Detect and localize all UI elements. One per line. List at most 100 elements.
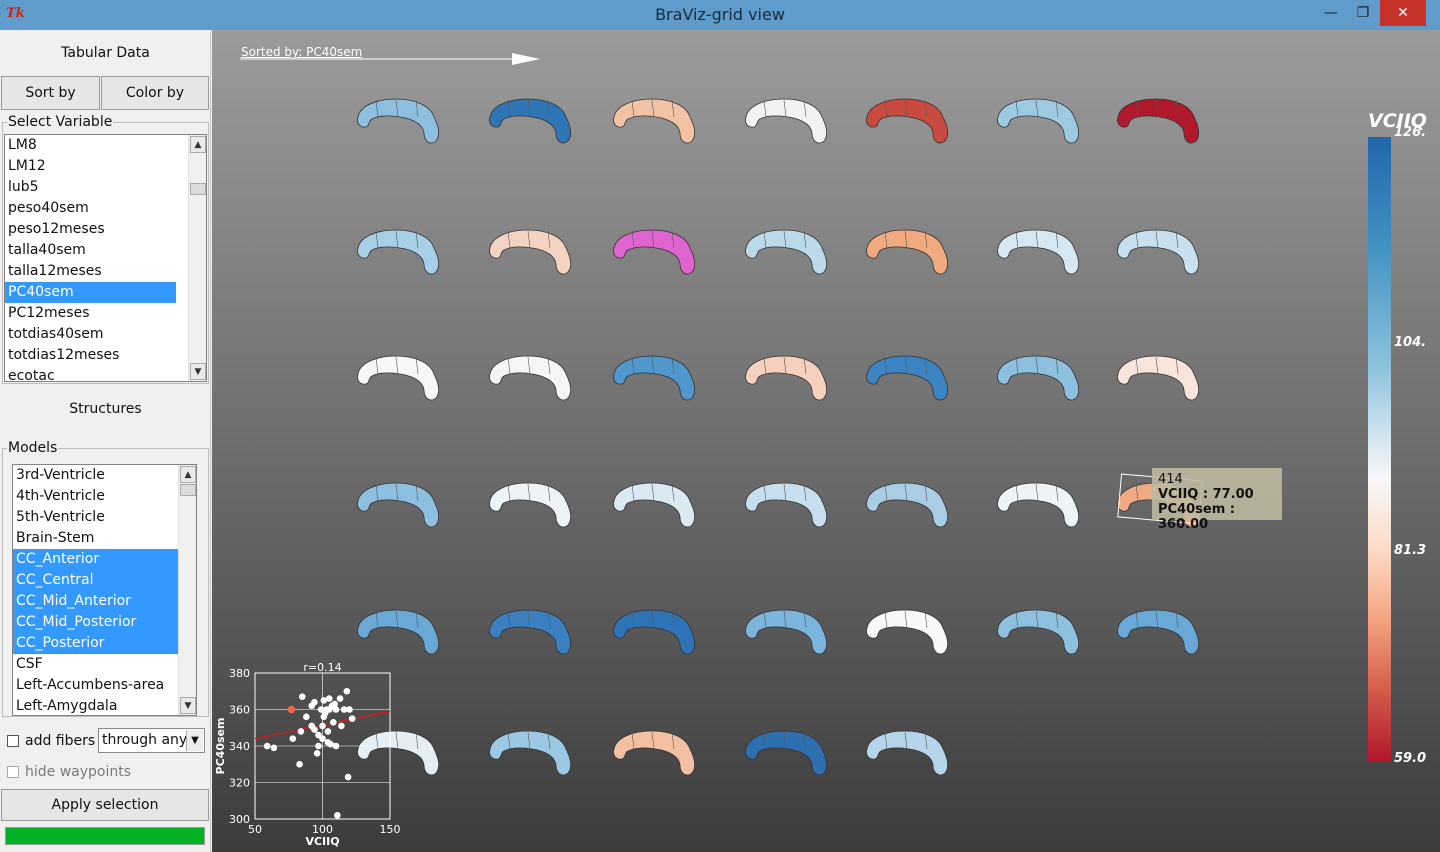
scatter-plot[interactable]: 50 100 150300320340360380 r=0.14VCIIQPC40se… bbox=[212, 658, 412, 852]
minimize-button[interactable]: — bbox=[1316, 0, 1346, 26]
scatter-point bbox=[311, 726, 318, 733]
corpus-callosum-model[interactable] bbox=[994, 228, 1084, 280]
grid-view-canvas[interactable]: Sorted by: PC40sem 414 VCIIQ : 77.00 PC4… bbox=[212, 30, 1440, 852]
variable-list-item[interactable]: peso40sem bbox=[5, 198, 176, 219]
corpus-callosum-model[interactable] bbox=[610, 481, 700, 533]
variable-list-item[interactable]: talla12meses bbox=[5, 261, 176, 282]
variable-list-item[interactable]: peso12meses bbox=[5, 219, 176, 240]
scrollbar-thumb[interactable] bbox=[180, 484, 196, 496]
close-icon: ✕ bbox=[1397, 5, 1409, 21]
scrollbar-thumb[interactable] bbox=[190, 183, 206, 195]
corpus-callosum-model[interactable] bbox=[994, 608, 1084, 660]
maximize-button[interactable]: ❐ bbox=[1348, 0, 1378, 26]
variable-list-item[interactable]: ecotac bbox=[5, 366, 176, 381]
scroll-up-icon[interactable]: ▲ bbox=[190, 136, 206, 153]
y-tick-label: 300 bbox=[229, 813, 250, 826]
models-list-scrollbar[interactable]: ▲ ▼ bbox=[178, 465, 196, 715]
corpus-callosum-model[interactable] bbox=[863, 97, 953, 149]
corpus-callosum-model[interactable] bbox=[863, 608, 953, 660]
corpus-callosum-model[interactable] bbox=[1114, 228, 1204, 280]
sort-by-button[interactable]: Sort by bbox=[1, 76, 100, 110]
corpus-callosum-model[interactable] bbox=[863, 729, 953, 781]
corpus-callosum-model[interactable] bbox=[610, 729, 700, 781]
variable-list-item[interactable]: lub5 bbox=[5, 177, 176, 198]
model-list-item[interactable]: Brain-Stem bbox=[13, 528, 184, 549]
corpus-callosum-model[interactable] bbox=[354, 481, 444, 533]
fibers-mode-select[interactable]: through any ▼ bbox=[98, 728, 205, 753]
scroll-up-icon[interactable]: ▲ bbox=[180, 466, 196, 483]
variable-list-item[interactable]: LM12 bbox=[5, 156, 176, 177]
corpus-callosum-model[interactable] bbox=[354, 608, 444, 660]
corpus-callosum-model[interactable] bbox=[994, 481, 1084, 533]
add-fibers-checkbox[interactable] bbox=[7, 735, 19, 747]
corpus-callosum-model[interactable] bbox=[1114, 354, 1204, 406]
corpus-callosum-model[interactable] bbox=[863, 354, 953, 406]
hide-waypoints-checkbox[interactable] bbox=[7, 766, 19, 778]
corpus-callosum-model[interactable] bbox=[742, 481, 832, 533]
corpus-callosum-model[interactable] bbox=[994, 97, 1084, 149]
model-list-item[interactable]: CSF bbox=[13, 654, 184, 675]
corpus-callosum-model[interactable] bbox=[610, 228, 700, 280]
corpus-callosum-model[interactable] bbox=[354, 354, 444, 406]
corpus-callosum-model[interactable] bbox=[486, 729, 576, 781]
corpus-callosum-model[interactable] bbox=[354, 228, 444, 280]
model-list-item[interactable]: CC_Mid_Anterior bbox=[13, 591, 184, 612]
model-list-item[interactable]: CC_Mid_Posterior bbox=[13, 612, 184, 633]
scatter-point bbox=[332, 706, 340, 713]
scatter-point bbox=[348, 715, 356, 722]
scroll-down-icon[interactable]: ▼ bbox=[190, 363, 206, 380]
scatter-point bbox=[289, 735, 297, 742]
corpus-callosum-model[interactable] bbox=[486, 354, 576, 406]
sort-direction-arrow-icon bbox=[240, 53, 540, 65]
corpus-callosum-model[interactable] bbox=[863, 228, 953, 280]
models-listbox[interactable]: 3rd-Ventricle 4th-Ventricle 5th-Ventricle B… bbox=[12, 464, 197, 716]
variable-list-item[interactable]: totdias12meses bbox=[5, 345, 176, 366]
model-list-item[interactable]: 4th-Ventricle bbox=[13, 486, 184, 507]
chevron-down-icon[interactable]: ▼ bbox=[186, 730, 203, 751]
corpus-callosum-model[interactable] bbox=[610, 608, 700, 660]
close-button[interactable]: ✕ bbox=[1380, 0, 1426, 26]
variable-list-item[interactable]: PC40sem bbox=[5, 282, 176, 303]
scatter-point bbox=[311, 698, 318, 706]
model-list-item[interactable]: CC_Anterior bbox=[13, 549, 184, 570]
corpus-callosum-model[interactable] bbox=[354, 97, 444, 149]
model-list-item[interactable]: CC_Central bbox=[13, 570, 184, 591]
scatter-point bbox=[344, 773, 352, 781]
corpus-callosum-model[interactable] bbox=[486, 608, 576, 660]
variable-list-item[interactable]: PC12meses bbox=[5, 303, 176, 324]
corpus-callosum-model[interactable] bbox=[863, 481, 953, 533]
model-list-item[interactable]: CC_Posterior bbox=[13, 633, 184, 654]
scatter-point bbox=[346, 706, 353, 713]
progress-bar bbox=[5, 827, 205, 845]
variable-list-item[interactable]: LM8 bbox=[5, 135, 176, 156]
corpus-callosum-model[interactable] bbox=[742, 354, 832, 406]
corpus-callosum-model[interactable] bbox=[486, 97, 576, 149]
variable-list-item[interactable]: totdias40sem bbox=[5, 324, 176, 345]
corpus-callosum-model[interactable] bbox=[742, 97, 832, 149]
variable-list-scrollbar[interactable]: ▲ ▼ bbox=[188, 135, 206, 381]
corpus-callosum-model[interactable] bbox=[610, 354, 700, 406]
corpus-callosum-model[interactable] bbox=[742, 729, 832, 781]
corpus-callosum-model[interactable] bbox=[486, 228, 576, 280]
scroll-down-icon[interactable]: ▼ bbox=[180, 697, 196, 714]
model-list-item[interactable]: Left-Accumbens-area bbox=[13, 675, 184, 696]
corpus-callosum-model[interactable] bbox=[610, 97, 700, 149]
colorbar-label-max: 126. bbox=[1394, 125, 1427, 140]
model-list-item[interactable]: Left-Amygdala bbox=[13, 696, 184, 715]
progress-fill bbox=[6, 828, 204, 844]
corpus-callosum-model[interactable] bbox=[742, 228, 832, 280]
variable-listbox[interactable]: LM8 LM12 lub5 peso40sem peso12meses talla40se… bbox=[4, 134, 207, 382]
corpus-callosum-model[interactable] bbox=[994, 354, 1084, 406]
corpus-callosum-model[interactable] bbox=[1114, 608, 1204, 660]
apply-selection-button[interactable]: Apply selection bbox=[1, 789, 209, 821]
corpus-callosum-model[interactable] bbox=[742, 608, 832, 660]
color-by-button[interactable]: Color by bbox=[101, 76, 209, 110]
model-list-item[interactable]: 3rd-Ventricle bbox=[13, 465, 184, 486]
scatter-point bbox=[338, 722, 345, 730]
minimize-icon: — bbox=[1324, 5, 1338, 21]
variable-list-item[interactable]: talla40sem bbox=[5, 240, 176, 261]
corpus-callosum-model[interactable] bbox=[1114, 97, 1204, 149]
model-list-item[interactable]: 5th-Ventricle bbox=[13, 507, 184, 528]
corpus-callosum-model[interactable] bbox=[486, 481, 576, 533]
colorbar bbox=[1368, 137, 1391, 761]
